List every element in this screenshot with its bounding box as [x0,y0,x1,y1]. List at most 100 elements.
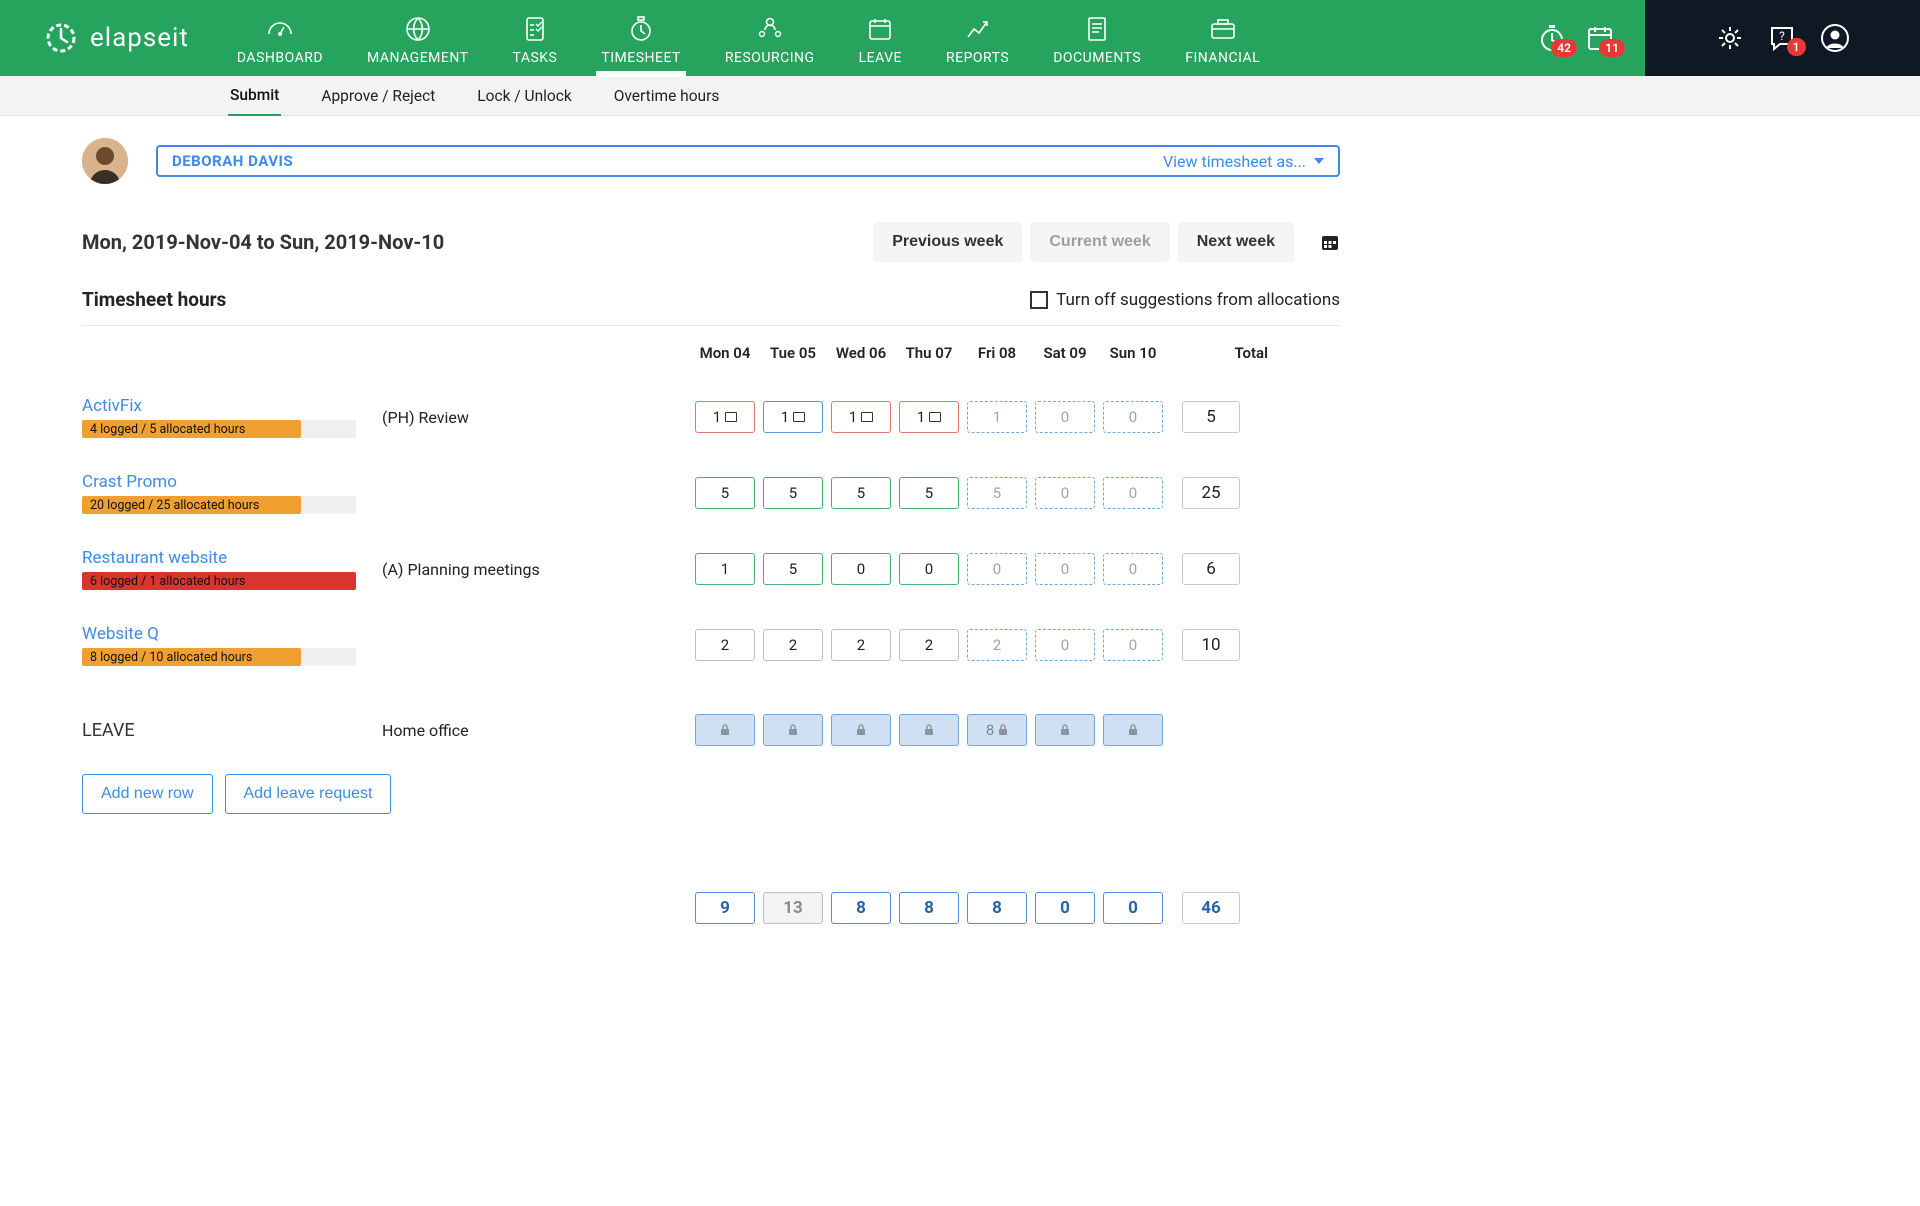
settings-button[interactable] [1716,24,1744,52]
note-icon [861,412,873,422]
project-link[interactable]: Restaurant website [82,548,382,568]
brand-name: elapseit [90,23,189,53]
hours-cell[interactable]: 0 [1103,629,1163,661]
project-row: Restaurant website 6 logged / 1 allocated… [82,548,1340,590]
hours-cell[interactable]: 1 [695,401,755,433]
profile-button[interactable] [1820,23,1850,53]
nav-financial[interactable]: FINANCIAL [1173,8,1272,76]
allocation-fill: 6 logged / 1 allocated hours [82,572,356,590]
hours-cell[interactable]: 0 [1035,553,1095,585]
note-icon [725,412,737,422]
hours-cell[interactable]: 5 [763,477,823,509]
hours-cell[interactable]: 1 [695,553,755,585]
row-total: 6 [1182,553,1240,585]
avatar[interactable] [82,138,128,184]
view-as-label: View timesheet as... [1163,152,1306,171]
day-header: Sun 10 [1100,344,1166,362]
hours-cell[interactable]: 2 [695,629,755,661]
hours-cell[interactable]: 2 [763,629,823,661]
add-row-button[interactable]: Add new row [82,774,213,814]
hours-cell[interactable]: 0 [1035,401,1095,433]
row-total: 10 [1182,629,1240,661]
day-total: 8 [967,892,1027,924]
day-total: 8 [831,892,891,924]
leave-label: LEAVE [82,720,135,741]
user-bar[interactable]: DEBORAH DAVIS View timesheet as... [156,145,1340,177]
hours-cell[interactable]: 0 [1103,477,1163,509]
lock-icon [720,724,730,736]
leave-cell: 8 [967,714,1027,746]
user-icon [1820,23,1850,53]
hours-cell[interactable]: 0 [831,553,891,585]
hours-cell[interactable]: 0 [967,553,1027,585]
hours-cell[interactable]: 2 [967,629,1027,661]
day-header: Thu 07 [896,344,962,362]
user-row: DEBORAH DAVIS View timesheet as... [82,138,1340,184]
nav-leave[interactable]: LEAVE [847,8,914,76]
nav-label: TASKS [513,50,558,66]
add-leave-button[interactable]: Add leave request [225,774,392,814]
subtab-lock-unlock[interactable]: Lock / Unlock [475,77,573,115]
brand[interactable]: elapseit [0,21,225,55]
row-total: 5 [1182,401,1240,433]
nav-documents[interactable]: DOCUMENTS [1041,8,1153,76]
total-header: Total [1182,344,1298,362]
calendar-picker[interactable] [1320,232,1340,252]
timesheet-rows: ActivFix4 logged / 5 allocated hours(PH)… [82,396,1340,666]
nav-timesheet[interactable]: TIMESHEET [589,8,693,76]
project-link[interactable]: ActivFix [82,396,382,416]
hours-cell[interactable]: 1 [831,401,891,433]
calendar-notification[interactable]: 11 [1585,23,1615,53]
subtab-approve-reject[interactable]: Approve / Reject [319,77,437,115]
nav-tasks[interactable]: TASKS [501,8,570,76]
leave-phase: Home office [382,721,692,740]
nav-dashboard[interactable]: DASHBOARD [225,8,335,76]
view-as-dropdown[interactable]: View timesheet as... [1163,152,1324,171]
topbar-left: elapseit DASHBOARD MANAGEMENT TASKS TIMESHE… [0,0,1645,76]
hours-cell[interactable]: 5 [899,477,959,509]
subtab-submit[interactable]: Submit [228,76,281,116]
day-header: Sat 09 [1032,344,1098,362]
nav-icon [626,14,656,44]
subtab-overtime-hours[interactable]: Overtime hours [612,77,722,115]
toggle-suggestions[interactable]: Turn off suggestions from allocations [1030,290,1340,310]
project-link[interactable]: Crast Promo [82,472,382,492]
hours-cell[interactable]: 0 [1103,553,1163,585]
project-link[interactable]: Website Q [82,624,382,644]
hours-cell[interactable]: 0 [1103,401,1163,433]
day-total: 0 [1103,892,1163,924]
row-total: 25 [1182,477,1240,509]
nav-management[interactable]: MANAGEMENT [355,8,480,76]
hours-cell[interactable]: 5 [831,477,891,509]
lock-icon [1128,724,1138,736]
hours-cell[interactable]: 5 [695,477,755,509]
hours-cell[interactable]: 0 [1035,629,1095,661]
project-row: Website Q8 logged / 10 allocated hours22… [82,624,1340,666]
hours-cell[interactable]: 5 [763,553,823,585]
prev-week-button[interactable]: Previous week [873,222,1022,262]
hours-cell[interactable]: 0 [899,553,959,585]
nav-icon [755,14,785,44]
help-button[interactable]: ? 1 [1768,24,1796,52]
hours-cell[interactable]: 1 [763,401,823,433]
leave-cell [763,714,823,746]
hours-cell[interactable]: 0 [1035,477,1095,509]
brand-logo-icon [44,21,78,55]
hours-cell[interactable]: 5 [967,477,1027,509]
allocation-bar: 8 logged / 10 allocated hours [82,648,356,666]
nav-icon [1208,14,1238,44]
hours-cell[interactable]: 2 [899,629,959,661]
hours-cell[interactable]: 1 [899,401,959,433]
nav-label: MANAGEMENT [367,50,468,66]
next-week-button[interactable]: Next week [1178,222,1294,262]
allocation-bar: 4 logged / 5 allocated hours [82,420,356,438]
nav-reports[interactable]: REPORTS [934,8,1021,76]
gear-icon [1716,24,1744,52]
svg-text:?: ? [1779,29,1785,43]
hours-cell[interactable]: 2 [831,629,891,661]
current-week-button[interactable]: Current week [1030,222,1169,262]
nav-resourcing[interactable]: RESOURCING [713,8,827,76]
timer-notification[interactable]: 42 [1537,23,1567,53]
day-header: Wed 06 [828,344,894,362]
hours-cell[interactable]: 1 [967,401,1027,433]
